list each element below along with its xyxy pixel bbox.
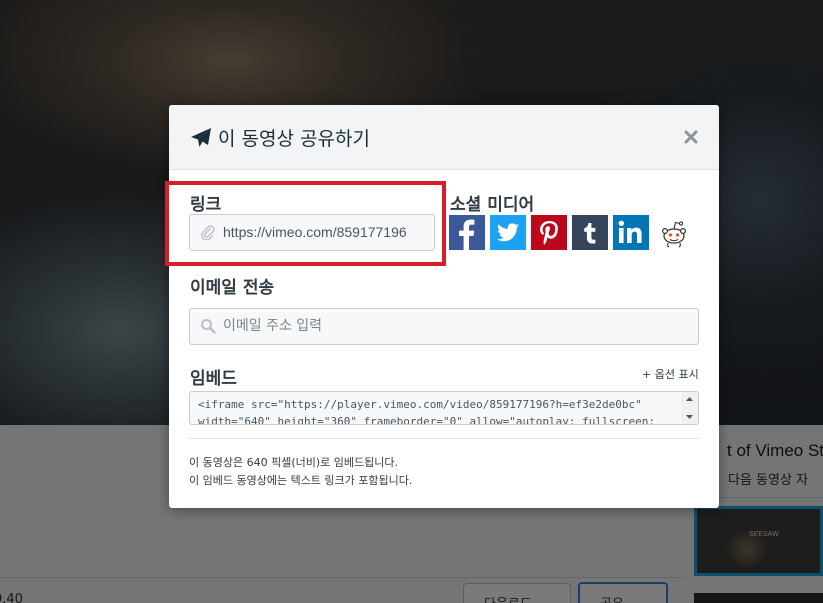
link-field[interactable]: https://vimeo.com/859177196	[189, 214, 435, 251]
linkedin-icon	[618, 220, 642, 243]
twitter-icon	[497, 223, 519, 242]
show-options-link[interactable]: + 옵션 표시	[642, 366, 699, 382]
reddit-share-button[interactable]	[656, 215, 692, 250]
modal-header: 이 동영상 공유하기	[169, 105, 719, 170]
search-icon	[201, 319, 216, 334]
facebook-share-button[interactable]	[449, 215, 485, 250]
link-label: 링크	[190, 195, 222, 215]
pinterest-share-button[interactable]	[531, 215, 567, 250]
close-icon[interactable]	[681, 127, 701, 147]
share-modal: 이 동영상 공유하기 링크 https://vimeo.com/85917719…	[169, 105, 719, 508]
pinterest-icon	[540, 221, 558, 245]
paperclip-icon	[201, 225, 215, 240]
modal-title: 이 동영상 공유하기	[218, 128, 370, 150]
embed-code-field[interactable]: <iframe src="https://player.vimeo.com/vi…	[189, 391, 699, 425]
social-media-label: 소셜 미디어	[450, 195, 535, 215]
tumblr-share-button[interactable]	[572, 215, 608, 250]
linkedin-share-button[interactable]	[613, 215, 649, 250]
email-field[interactable]: 이메일 주소 입력	[189, 308, 699, 345]
modal-divider	[189, 438, 699, 439]
embed-label: 임베드	[190, 369, 237, 389]
paper-plane-icon	[191, 128, 211, 147]
embed-link-note: 이 임베드 동영상에는 텍스트 링크가 포함됩니다.	[189, 474, 413, 487]
facebook-icon	[459, 219, 475, 250]
tumblr-icon	[584, 223, 596, 244]
reddit-icon	[661, 221, 687, 248]
embed-width-note: 이 동영상은 640 픽셀(너비)로 임베드됩니다.	[189, 456, 398, 469]
twitter-share-button[interactable]	[490, 215, 526, 250]
embed-scrollbar[interactable]	[681, 392, 698, 424]
email-label: 이메일 전송	[190, 278, 275, 298]
